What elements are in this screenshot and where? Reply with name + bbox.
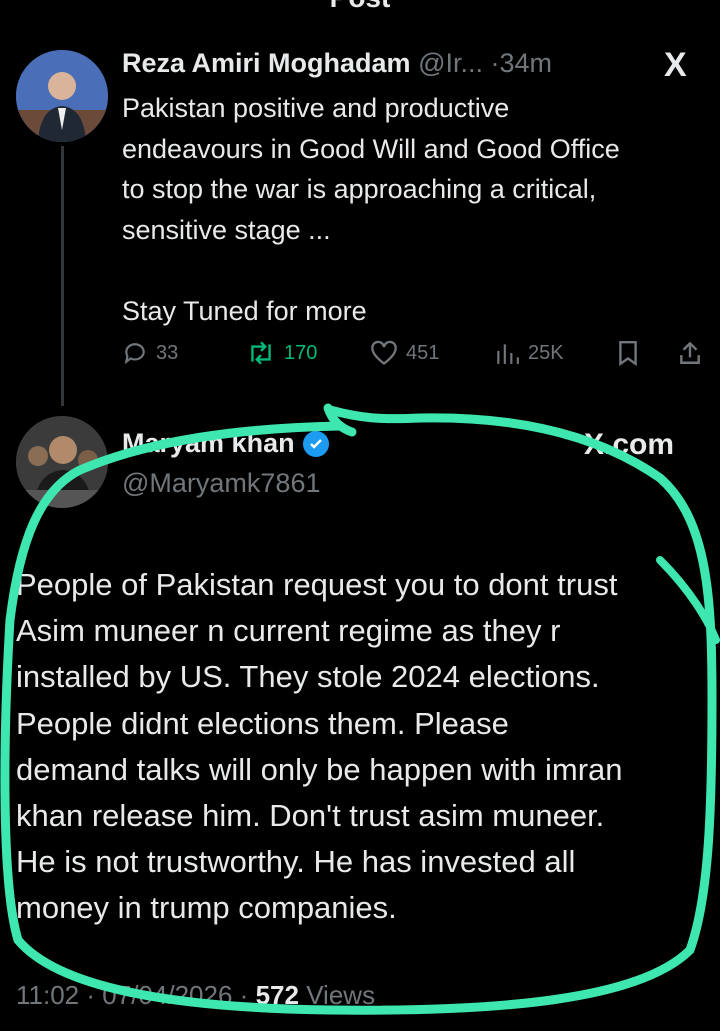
- x-logo-icon[interactable]: X: [664, 46, 687, 85]
- avatar-photo-icon: [16, 416, 108, 508]
- avatar[interactable]: [16, 50, 108, 142]
- bookmark-button[interactable]: [616, 340, 640, 366]
- tweet-line: demand talks will only be happen with im…: [16, 751, 623, 787]
- separator-dot: ·: [239, 980, 249, 1010]
- avatar-photo-icon: [16, 50, 108, 142]
- views-count: 25K: [528, 341, 564, 364]
- avatar[interactable]: [16, 416, 108, 508]
- tweet-line: khan release him. Don't trust asim munee…: [16, 798, 605, 834]
- watermark: X.com: [584, 428, 675, 461]
- separator-dot: ·: [490, 48, 500, 78]
- retweet-count: 170: [284, 341, 318, 364]
- tweet-meta: 11:02 · 07/04/2026 · 572 Views: [16, 980, 375, 1011]
- tweet-line: to stop the war is approaching a critica…: [122, 174, 597, 204]
- tweet-line: installed by US. They stole 2024 electio…: [16, 659, 600, 695]
- tweet-line: Stay Tuned for more: [122, 296, 367, 326]
- post-date[interactable]: 07/04/2026: [102, 980, 232, 1010]
- tweet-line: money in trump companies.: [16, 890, 397, 926]
- post-time[interactable]: 34m: [500, 48, 553, 78]
- author-handle[interactable]: @Maryamk7861: [122, 468, 320, 499]
- like-icon: [371, 340, 397, 365]
- retweet-button[interactable]: 170: [246, 340, 317, 366]
- post-time[interactable]: 11:02: [16, 980, 79, 1010]
- views-label: Views: [306, 980, 376, 1010]
- author-handle[interactable]: @Ir...: [418, 48, 483, 78]
- like-count: 451: [406, 341, 440, 364]
- retweet-icon: [251, 341, 271, 365]
- tweet-line: Asim muneer n current regime as they r: [16, 613, 561, 649]
- quoted-tweet-text: Pakistan positive and productive endeavo…: [122, 88, 712, 332]
- views-icon: [497, 344, 519, 364]
- separator-dot: ·: [86, 980, 96, 1010]
- reply-button[interactable]: 33: [122, 340, 178, 366]
- author-name[interactable]: Reza Amiri Moghadam: [122, 48, 411, 78]
- reply-count: 33: [156, 341, 179, 364]
- tweet-line: People of Pakistan request you to dont t…: [16, 567, 618, 602]
- bookmark-icon: [619, 340, 637, 366]
- tweet-line: People didnt elections them. Please: [16, 705, 509, 741]
- tweet-line: Pakistan positive and productive: [122, 93, 510, 123]
- tweet-actions: 33 170 451 25K: [122, 340, 712, 376]
- author-name[interactable]: Maryam khan: [122, 428, 295, 459]
- views-button[interactable]: 25K: [494, 340, 564, 366]
- main-tweet-text: People of Pakistan request you to dont t…: [16, 562, 720, 932]
- quoted-tweet-header: Reza Amiri Moghadam @Ir... ·34m: [122, 48, 552, 79]
- tweet-line: sensitive stage ...: [122, 214, 331, 245]
- page-title: Post: [0, 0, 720, 14]
- share-icon: [680, 341, 700, 364]
- author-name-row: Maryam khan: [122, 428, 329, 459]
- views-count: 572: [255, 980, 299, 1010]
- like-button[interactable]: 451: [370, 340, 439, 366]
- tweet-line: He is not trustworthy. He has invested a…: [16, 844, 576, 880]
- verified-badge-icon: [302, 430, 329, 457]
- thread-line: [61, 146, 64, 406]
- share-button[interactable]: [678, 340, 702, 366]
- reply-icon: [124, 343, 145, 365]
- tweet-line: endeavours in Good Will and Good Office: [122, 133, 620, 164]
